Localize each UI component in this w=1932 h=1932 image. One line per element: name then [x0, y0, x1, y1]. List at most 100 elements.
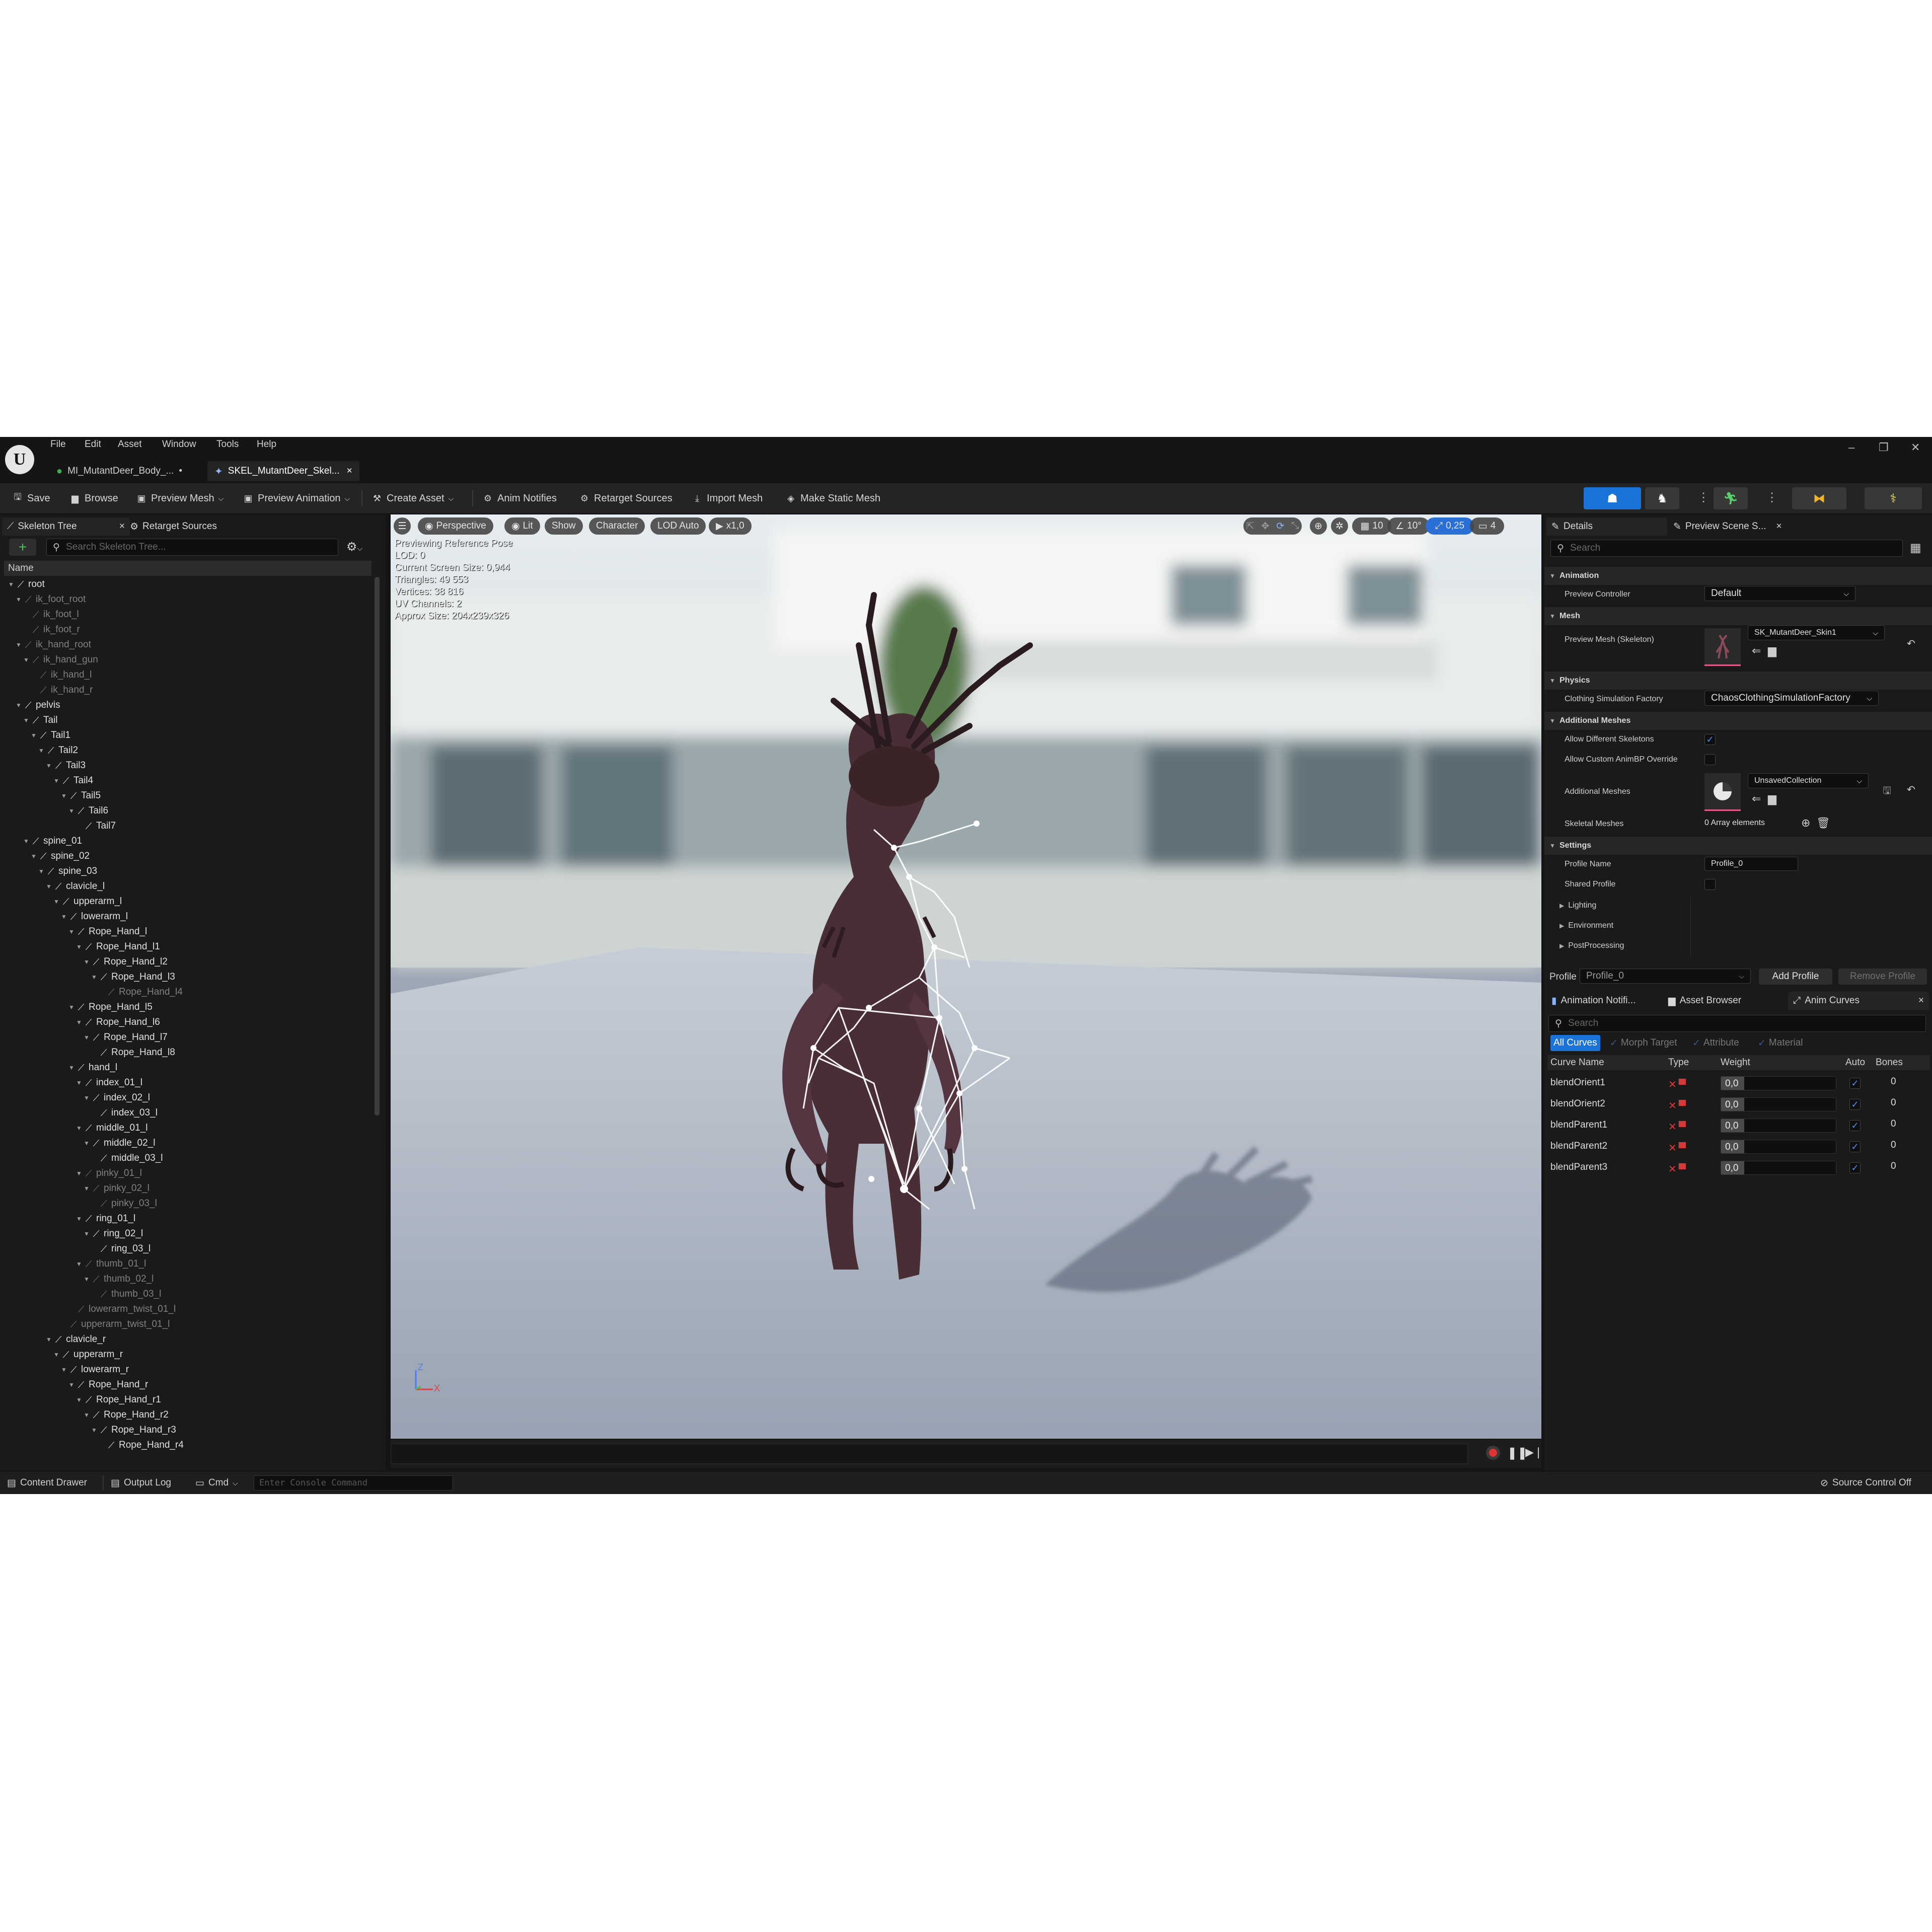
- rotation-snap-button[interactable]: ∠ 10°: [1387, 517, 1430, 535]
- character-button[interactable]: Character: [589, 517, 645, 535]
- browse-asset-icon[interactable]: ▆: [1768, 792, 1776, 805]
- mesh-mode-button[interactable]: ♞: [1645, 487, 1679, 509]
- allow-custom-animbp-checkbox[interactable]: [1704, 754, 1716, 765]
- skeleton-mode-button[interactable]: ☗: [1584, 487, 1641, 509]
- expand-arrow-icon[interactable]: ▼: [37, 747, 45, 754]
- expand-arrow-icon[interactable]: ▼: [75, 1396, 83, 1403]
- save-collection-icon[interactable]: 🖫: [1883, 783, 1891, 800]
- preview-controller-dropdown[interactable]: Default ⌵: [1704, 586, 1855, 601]
- expand-arrow-icon[interactable]: ▼: [37, 868, 45, 875]
- expand-arrow-icon[interactable]: ▼: [83, 1140, 91, 1147]
- filter-material[interactable]: ✓ Material: [1758, 1035, 1803, 1051]
- import-mesh-button[interactable]: ⤓ Import Mesh: [692, 489, 763, 507]
- scale-snap-button[interactable]: ⤢ 0,25: [1426, 517, 1474, 535]
- tab-skeleton[interactable]: ✦ SKEL_MutantDeer_Skel... ×: [207, 461, 359, 481]
- preview-mesh-dropdown[interactable]: SK_MutantDeer_Skin1 ⌵: [1748, 625, 1885, 640]
- bone-row[interactable]: ▼ ⟋ Rope_Hand_l6: [75, 1015, 160, 1030]
- show-button[interactable]: Show: [545, 517, 583, 535]
- expand-arrow-icon[interactable]: ▼: [7, 581, 15, 588]
- bone-row[interactable]: ▼ ⟋ Rope_Hand_l5: [67, 1000, 153, 1015]
- add-profile-button[interactable]: Add Profile: [1759, 969, 1832, 985]
- bone-row[interactable]: ▼ ⟋ lowerarm_l: [60, 909, 128, 924]
- bone-row[interactable]: ▼ ⟋ lowerarm_r: [60, 1362, 129, 1377]
- bone-row[interactable]: ▼ ⟋ spine_01: [22, 834, 82, 849]
- bone-row[interactable]: ⟋ middle_03_l: [90, 1151, 163, 1166]
- expand-arrow-icon[interactable]: ▼: [22, 717, 30, 724]
- expand-arrow-icon[interactable]: ▼: [45, 883, 53, 890]
- weight-input[interactable]: 0,0: [1721, 1119, 1836, 1133]
- bone-row[interactable]: ▼ ⟋ Rope_Hand_l7: [83, 1030, 168, 1045]
- rotate-icon[interactable]: ⟳: [1276, 521, 1284, 532]
- bone-row[interactable]: ⟋ lowerarm_twist_01_l: [67, 1302, 176, 1317]
- table-view-icon[interactable]: ▦: [1910, 541, 1921, 555]
- auto-checkbox[interactable]: ✓: [1849, 1099, 1861, 1110]
- section-mesh[interactable]: ▼ Mesh: [1544, 607, 1932, 625]
- bone-row[interactable]: ▼ ⟋ Rope_Hand_r: [67, 1377, 148, 1392]
- bone-row[interactable]: ▼ ⟋ clavicle_r: [45, 1332, 106, 1347]
- expand-arrow-icon[interactable]: ▼: [30, 853, 38, 860]
- bone-row[interactable]: ▼ ⟋ Rope_Hand_r1: [75, 1392, 161, 1407]
- bone-row[interactable]: ⟋ upperarm_twist_01_l: [60, 1317, 170, 1332]
- expand-arrow-icon[interactable]: ▼: [45, 762, 53, 769]
- retarget-sources-button[interactable]: ⚙ Retarget Sources: [579, 489, 673, 507]
- auto-checkbox[interactable]: ✓: [1849, 1141, 1861, 1152]
- profile-name-input[interactable]: Profile_0: [1704, 857, 1798, 871]
- expand-arrow-icon[interactable]: ▼: [83, 1094, 91, 1101]
- world-local-button[interactable]: ⊕: [1310, 517, 1327, 535]
- bone-row[interactable]: ⟋ Rope_Hand_l8: [90, 1045, 175, 1060]
- maximize-button[interactable]: ❐: [1879, 441, 1889, 454]
- bone-row[interactable]: ▼ ⟋ Rope_Hand_l2: [83, 954, 168, 970]
- reset-icon[interactable]: ↶: [1907, 637, 1915, 650]
- expand-arrow-icon[interactable]: ▼: [52, 1351, 60, 1358]
- bone-row[interactable]: ⟋ ik_hand_l: [30, 667, 92, 683]
- menu-edit[interactable]: Edit: [85, 439, 101, 450]
- lod-button[interactable]: LOD Auto: [650, 517, 706, 535]
- curve-row[interactable]: blendOrient2 ✕▀ 0,0 ✓ 0: [1544, 1094, 1932, 1114]
- expand-arrow-icon[interactable]: ▼: [75, 1260, 83, 1268]
- expand-arrow-icon[interactable]: ▼: [60, 1366, 68, 1373]
- more-options-icon[interactable]: ⋮: [1766, 490, 1778, 505]
- expand-arrow-icon[interactable]: ▼: [30, 732, 38, 739]
- bone-row[interactable]: ▼ ⟋ index_01_l: [75, 1075, 142, 1090]
- menu-asset[interactable]: Asset: [118, 439, 142, 450]
- bone-row[interactable]: ▼ ⟋ Rope_Hand_l: [67, 924, 147, 939]
- section-animation[interactable]: ▼ Animation: [1544, 567, 1932, 585]
- filter-all-curves[interactable]: All Curves: [1550, 1035, 1600, 1051]
- section-additional-meshes[interactable]: ▼ Additional Meshes: [1544, 712, 1932, 730]
- curve-row[interactable]: blendOrient1 ✕▀ 0,0 ✓ 0: [1544, 1073, 1932, 1093]
- bone-row[interactable]: ▼ ⟋ thumb_02_l: [83, 1272, 154, 1287]
- physics-mode-button[interactable]: ⚕: [1865, 487, 1922, 509]
- bone-row[interactable]: ▼ ⟋ middle_02_l: [83, 1136, 155, 1151]
- close-window-button[interactable]: ✕: [1911, 441, 1920, 454]
- expand-arrow-icon[interactable]: ▼: [75, 1019, 83, 1026]
- scale-icon[interactable]: ⤡: [1291, 521, 1299, 532]
- curve-row[interactable]: blendParent1 ✕▀ 0,0 ✓ 0: [1544, 1116, 1932, 1136]
- bone-row[interactable]: ⟋ Tail7: [75, 819, 116, 834]
- minimize-button[interactable]: –: [1848, 441, 1854, 454]
- output-log-button[interactable]: ▤ Output Log: [111, 1475, 171, 1491]
- transform-tools[interactable]: ⇱ ✥ ⟳ ⤡: [1243, 517, 1302, 535]
- expand-arrow-icon[interactable]: ▼: [15, 702, 23, 709]
- bone-row[interactable]: ▼ ⟋ Rope_Hand_r3: [90, 1423, 176, 1438]
- expand-arrow-icon[interactable]: ▼: [75, 1079, 83, 1086]
- bone-row[interactable]: ▼ ⟋ Tail6: [67, 803, 108, 819]
- expand-arrow-icon[interactable]: ▼: [75, 1125, 83, 1132]
- move-icon[interactable]: ✥: [1261, 521, 1269, 532]
- grid-snap-button[interactable]: ▦ 10: [1352, 517, 1391, 535]
- unreal-logo-icon[interactable]: U: [5, 445, 34, 474]
- preview-mesh-button[interactable]: ▣ Preview Mesh ⌵: [136, 489, 224, 507]
- menu-file[interactable]: File: [50, 439, 66, 450]
- anim-notifies-button[interactable]: ⚙ Anim Notifies: [482, 489, 557, 507]
- playback-speed-button[interactable]: ▶ x1,0: [709, 517, 752, 535]
- expand-arrow-icon[interactable]: ▼: [83, 1034, 91, 1041]
- bone-row[interactable]: ⟋ ik_foot_l: [22, 607, 79, 622]
- tab-retarget-sources[interactable]: ⚙ Retarget Sources: [125, 517, 222, 536]
- bone-row[interactable]: ⟋ ik_foot_r: [22, 622, 80, 637]
- save-button[interactable]: 🖫 Save: [12, 489, 50, 507]
- bone-row[interactable]: ▼ ⟋ middle_01_l: [75, 1121, 147, 1136]
- settings-gear-icon[interactable]: ⚙⌵: [346, 540, 362, 554]
- console-command-input[interactable]: Enter Console Command: [254, 1475, 453, 1491]
- skeleton-search-input[interactable]: ⚲ Search Skeleton Tree...: [46, 539, 338, 556]
- tab-skeleton-tree[interactable]: ⟋ Skeleton Tree ×: [2, 517, 130, 536]
- expand-arrow-icon[interactable]: ▼: [15, 596, 23, 603]
